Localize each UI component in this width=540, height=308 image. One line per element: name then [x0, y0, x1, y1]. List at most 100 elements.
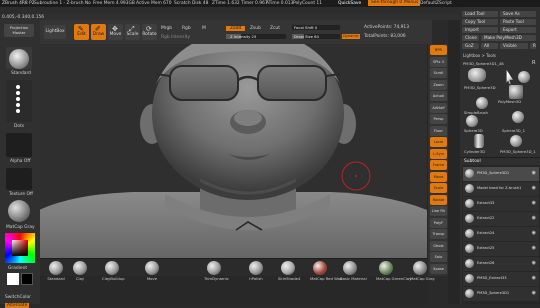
make-polymesh-button[interactable]: Make PolyMesh3D: [481, 35, 536, 41]
switch-color-button[interactable]: SwitchColor: [5, 295, 31, 300]
alpha-thumbnail[interactable]: [6, 133, 32, 157]
subtool-row[interactable]: Model head for Z-brush1 ◉: [463, 182, 539, 196]
tool-button-local[interactable]: Local: [430, 137, 447, 147]
tool-button-scroll[interactable]: Scroll: [430, 68, 447, 78]
3d-viewport[interactable]: [40, 44, 427, 276]
m-toggle[interactable]: M: [202, 26, 206, 31]
tool-button-move[interactable]: Move: [430, 171, 447, 182]
brush-standard[interactable]: Standard: [46, 259, 66, 281]
sphere3d-thumbnail[interactable]: [466, 115, 478, 127]
eye-icon[interactable]: ◉: [532, 275, 536, 281]
sphere3d-thumbnail[interactable]: [512, 111, 524, 123]
brush-matcap-greenclay[interactable]: MatCap GreenClay: [376, 259, 411, 281]
export-button[interactable]: Export: [500, 27, 536, 33]
load-tool-button[interactable]: Load Tool: [462, 11, 498, 17]
all-button[interactable]: All: [481, 43, 498, 49]
tool-button-l-sym[interactable]: L.Sym: [430, 148, 447, 159]
paste-tool-button[interactable]: Paste Tool: [500, 19, 536, 25]
eye-icon[interactable]: ◉: [532, 290, 536, 296]
brush-skinshade4[interactable]: SkinShade4: [278, 259, 300, 281]
subtool-row[interactable]: PM3D_Sphere3D1 ◉: [463, 287, 539, 301]
sphere3d-thumbnail[interactable]: [510, 135, 522, 147]
projection-master-button[interactable]: Projection Master: [4, 24, 34, 37]
lightbox-button[interactable]: LightBox: [44, 25, 66, 39]
draw-size-slider[interactable]: Draw Size 64: [292, 34, 340, 39]
brush-basic-material[interactable]: Basic Material: [340, 259, 367, 281]
color-picker-wheel[interactable]: [5, 233, 35, 263]
color-picker-square[interactable]: [12, 240, 28, 256]
brush-matcap-red-wax[interactable]: MatCap Red Wax: [310, 259, 342, 281]
focal-shift-slider[interactable]: Focal Shift 0: [292, 25, 340, 30]
tool-button-rotate[interactable]: Rotate: [430, 194, 447, 205]
brush-matcap-gray[interactable]: MatCap Gray: [410, 259, 435, 281]
z-intensity-slider[interactable]: Z Intensity 25: [226, 34, 286, 39]
color-swatches[interactable]: [7, 273, 33, 286]
tool-button-aahalf[interactable]: AAHalf: [430, 102, 447, 113]
subtool-row[interactable]: Extract26 ◉: [463, 257, 539, 271]
save-as-button[interactable]: Save As: [500, 11, 536, 17]
edit-button[interactable]: ✎ Edit: [74, 24, 89, 40]
tray-divider[interactable]: [448, 20, 460, 304]
default-zscript[interactable]: DefaultZScript: [420, 1, 452, 6]
menus-button[interactable]: Menus: [402, 0, 421, 6]
scale-button[interactable]: ⤢ Scale: [125, 24, 140, 40]
tool-button-transp[interactable]: Transp: [430, 229, 447, 239]
see-through-slider[interactable]: See-through 0: [368, 0, 406, 6]
eye-icon[interactable]: ◉: [532, 170, 536, 176]
tool-button-zoom[interactable]: Zoom: [430, 79, 447, 90]
visible-button[interactable]: Visible: [500, 43, 528, 49]
brush-trimdynamic[interactable]: TrimDynamic: [204, 259, 229, 281]
tool-button-spix-3[interactable]: SPix 3: [430, 56, 447, 67]
zadd-toggle[interactable]: Zadd: [226, 26, 246, 31]
r-toggle[interactable]: R: [532, 60, 535, 66]
tool-button-line-fill[interactable]: Line Fill: [430, 206, 447, 216]
eye-icon[interactable]: ◉: [532, 200, 536, 206]
rgb-intensity-slider[interactable]: Rgb Intensity: [161, 35, 190, 40]
gradient-label[interactable]: Gradient: [8, 266, 27, 271]
tool-button-floor[interactable]: Floor: [430, 125, 447, 136]
eye-icon[interactable]: ◉: [532, 245, 536, 251]
sphere-thumbnail[interactable]: [518, 71, 530, 83]
tool-button-xpose[interactable]: Xpose: [430, 263, 447, 274]
subtool-row[interactable]: Extract22 ◉: [463, 212, 539, 226]
zcut-toggle[interactable]: Zcut: [270, 26, 280, 31]
eye-icon[interactable]: ◉: [532, 215, 536, 221]
secondary-color-swatch[interactable]: [21, 273, 33, 285]
sphere3d-thumbnail[interactable]: [476, 97, 488, 109]
brush-move[interactable]: Move: [142, 259, 162, 281]
goz-button[interactable]: GoZ: [462, 43, 479, 49]
brush-hpolish[interactable]: hPolish: [246, 259, 266, 281]
brush-claybuildup[interactable]: ClayBuildup: [102, 259, 125, 281]
tool-button-actual[interactable]: Actual: [430, 91, 447, 101]
brush-clay[interactable]: Clay: [70, 259, 90, 281]
polymesh-thumbnail[interactable]: [509, 85, 523, 99]
r-button[interactable]: R: [530, 43, 536, 49]
subtool-header[interactable]: Subtool: [464, 159, 481, 164]
import-button[interactable]: Import: [462, 27, 498, 33]
tool-button-polyf[interactable]: PolyF: [430, 217, 447, 228]
subtool-row[interactable]: Extract33 ◉: [463, 197, 539, 211]
current-tool-thumbnail[interactable]: [468, 68, 486, 82]
cylinder-thumbnail[interactable]: [474, 134, 484, 148]
zsub-toggle[interactable]: Zsub: [250, 26, 261, 31]
subtool-row[interactable]: Extract24 ◉: [463, 227, 539, 241]
rgb-toggle[interactable]: Rgb: [182, 26, 191, 31]
quicksave-button[interactable]: QuickSave: [338, 1, 361, 6]
main-color-swatch[interactable]: [7, 273, 19, 285]
texture-thumbnail[interactable]: [6, 168, 32, 190]
subtool-row[interactable]: PM3D_Sphere3D1 ◉: [463, 167, 539, 181]
tool-button-bpr[interactable]: BPR: [430, 45, 447, 55]
eye-icon[interactable]: ◉: [532, 230, 536, 236]
dynamic-toggle[interactable]: Dynamic: [342, 34, 360, 39]
mrgb-toggle[interactable]: Mrgb: [161, 26, 172, 31]
eye-icon[interactable]: ◉: [532, 185, 536, 191]
material-thumbnail[interactable]: [8, 200, 30, 222]
subtool-row[interactable]: PM3D_Extract33 ◉: [463, 272, 539, 286]
tool-button-solo[interactable]: Solo: [430, 252, 447, 262]
tool-button-frame[interactable]: Frame: [430, 160, 447, 170]
copy-tool-button[interactable]: Copy Tool: [462, 19, 498, 25]
tool-button-scale[interactable]: Scale: [430, 183, 447, 193]
tool-button-ghost[interactable]: Ghost: [430, 240, 447, 251]
lightbox-tools-link[interactable]: Lightbox > Tools: [463, 53, 496, 58]
rotate-button[interactable]: ⟳ Rotate: [142, 24, 157, 40]
